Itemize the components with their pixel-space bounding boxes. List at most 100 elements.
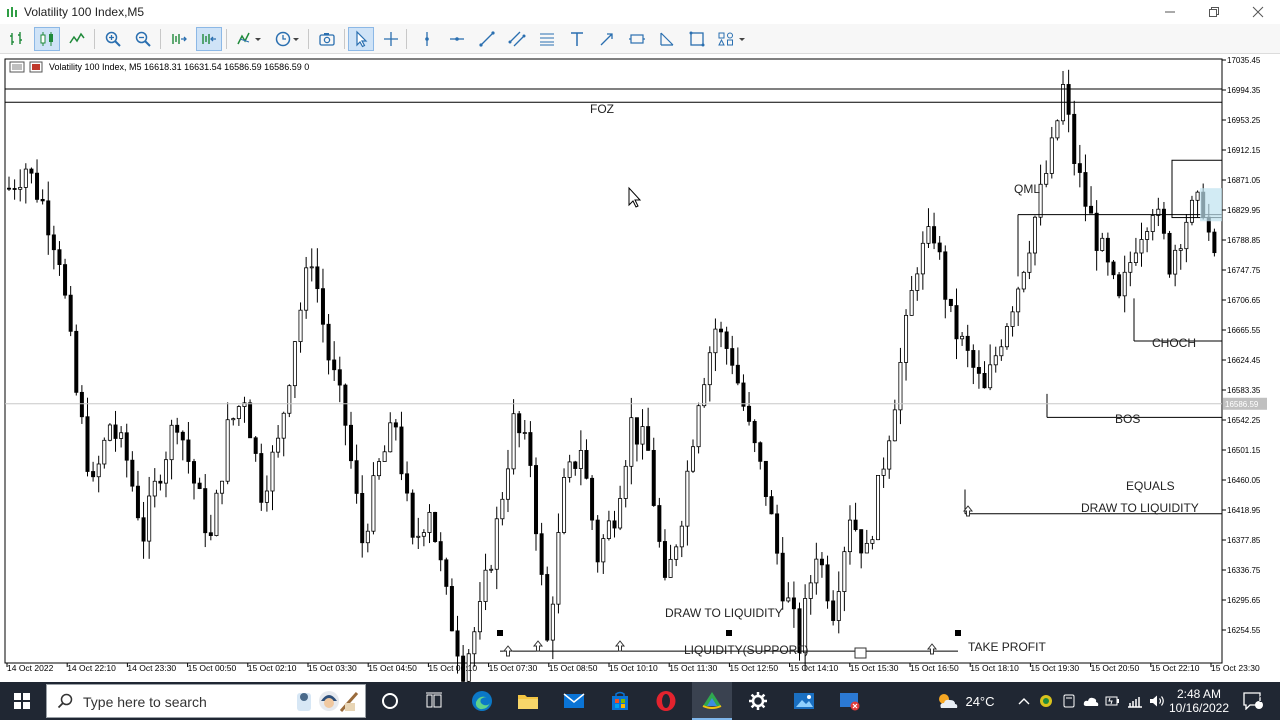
crosshair-tool-button[interactable] <box>378 27 404 51</box>
candle-body <box>876 475 881 541</box>
clock-button[interactable]: 2:48 AM 10/16/2022 <box>1168 682 1230 720</box>
candle-body <box>79 391 84 418</box>
candle-body <box>180 431 185 441</box>
vertical-line-tool-button[interactable] <box>414 27 440 51</box>
taskbar-store[interactable] <box>600 682 640 720</box>
candle-body <box>870 539 875 544</box>
candle-body <box>1133 252 1138 264</box>
screenshot-button[interactable] <box>314 27 340 51</box>
candle-body <box>63 264 68 296</box>
line-anchor-handle[interactable] <box>726 630 732 636</box>
indicators-dropdown[interactable] <box>232 27 266 51</box>
candle-body <box>365 530 370 544</box>
line-chart-button[interactable] <box>64 27 90 51</box>
price-chart[interactable]: 17035.45 16994.35 16953.25 16912.15 16871.05… <box>0 54 1280 682</box>
weather-widget[interactable]: 24°C <box>930 682 1000 720</box>
start-button[interactable] <box>0 682 44 720</box>
zoom-in-button[interactable] <box>100 27 126 51</box>
candle-body <box>679 525 684 548</box>
candle-body <box>920 242 925 275</box>
time-tick-label: 15 Oct 04:50 <box>368 663 417 673</box>
tray-volume-button[interactable] <box>1146 682 1168 720</box>
candle-body <box>836 591 841 621</box>
rectangle-label-tool-button[interactable] <box>624 27 650 51</box>
timeframes-dropdown[interactable] <box>270 27 304 51</box>
fibonacci-tool-button[interactable] <box>534 27 560 51</box>
arrow-tool-button[interactable] <box>594 27 620 51</box>
qml-label: QML <box>1014 182 1040 196</box>
tray-onedrive-button[interactable] <box>1080 682 1102 720</box>
candle-body <box>847 519 852 553</box>
price-tick-label: 16542.25 <box>1227 416 1261 425</box>
candle-body <box>236 406 241 420</box>
autoscroll-button[interactable] <box>166 27 192 51</box>
bar-chart-button[interactable] <box>4 27 30 51</box>
time-tick-label: 15 Oct 19:30 <box>1030 663 1079 673</box>
candle-body <box>528 432 533 466</box>
line-anchor-handle[interactable] <box>497 630 503 636</box>
cursor-icon <box>356 30 368 48</box>
cursor-tool-button[interactable] <box>348 27 374 51</box>
taskbar-settings[interactable] <box>738 682 778 720</box>
angle-tool-button[interactable] <box>654 27 680 51</box>
task-view-button[interactable] <box>370 682 410 720</box>
candle-body <box>270 451 275 492</box>
taskbar-metatrader[interactable] <box>692 682 732 720</box>
chart-shift-button[interactable] <box>196 27 222 51</box>
time-tick-label: 15 Oct 08:50 <box>549 663 598 673</box>
taskbar-photos[interactable] <box>784 682 824 720</box>
horizontal-line-tool-button[interactable] <box>444 27 470 51</box>
candle-body <box>1094 212 1099 251</box>
candle-body <box>859 529 864 554</box>
candle-body <box>634 417 639 445</box>
taskbar-opera[interactable] <box>646 682 686 720</box>
metatrader-icon <box>702 692 722 709</box>
candle-body <box>1027 252 1032 273</box>
candle-body <box>51 234 56 251</box>
time-tick-label: 15 Oct 20:50 <box>1091 663 1140 673</box>
tray-device-button[interactable] <box>1058 682 1080 720</box>
price-tick-label: 16994.35 <box>1227 86 1261 95</box>
tray-app-button[interactable] <box>1036 682 1056 720</box>
chart-window[interactable]: 17035.45 16994.35 16953.25 16912.15 16871.05… <box>0 54 1280 682</box>
candle-body <box>791 597 796 610</box>
taskbar-edge[interactable] <box>462 682 502 720</box>
candle-body <box>444 559 449 587</box>
taskbar-snipping-tool[interactable] <box>830 682 870 720</box>
network-icon <box>1128 697 1142 708</box>
candle-body <box>119 432 124 439</box>
candle-body <box>1167 232 1172 275</box>
equidistant-channel-tool-button[interactable] <box>504 27 530 51</box>
zoom-out-button[interactable] <box>130 27 156 51</box>
task-switcher-button[interactable] <box>414 682 454 720</box>
close-button[interactable] <box>1236 0 1280 24</box>
liquidity-support-label: LIQUIDITY(SUPPORT) <box>684 643 808 657</box>
notification-center-button[interactable]: 1 <box>1236 682 1270 720</box>
show-hidden-icons-button[interactable] <box>1014 682 1034 720</box>
candle-body <box>623 465 628 499</box>
clock-date: 10/16/2022 <box>1168 701 1230 715</box>
taskbar-search[interactable]: Type here to search <box>46 684 366 718</box>
candle-body <box>932 226 937 244</box>
partly-cloudy-icon <box>939 694 958 708</box>
opera-icon <box>656 691 676 711</box>
candle-body <box>253 437 258 454</box>
tray-network-button[interactable] <box>1124 682 1146 720</box>
candlestick-chart-button[interactable] <box>34 27 60 51</box>
taskbar-mail[interactable] <box>554 682 594 720</box>
restore-button[interactable] <box>1192 0 1236 24</box>
text-tool-button[interactable] <box>564 27 590 51</box>
tray-power-button[interactable] <box>1102 682 1124 720</box>
trendline-tool-button[interactable] <box>474 27 500 51</box>
objects-dropdown[interactable] <box>714 27 750 51</box>
search-placeholder: Type here to search <box>83 694 207 710</box>
minimize-button[interactable] <box>1148 0 1192 24</box>
taskbar-file-explorer[interactable] <box>508 682 548 720</box>
candle-body <box>354 460 359 494</box>
line-anchor-handle[interactable] <box>955 630 961 636</box>
candle-body <box>309 266 314 269</box>
candle-body <box>573 461 578 469</box>
candle-body <box>763 460 768 497</box>
shapes-tool-button[interactable] <box>684 27 710 51</box>
vertical-line-icon <box>425 32 429 46</box>
